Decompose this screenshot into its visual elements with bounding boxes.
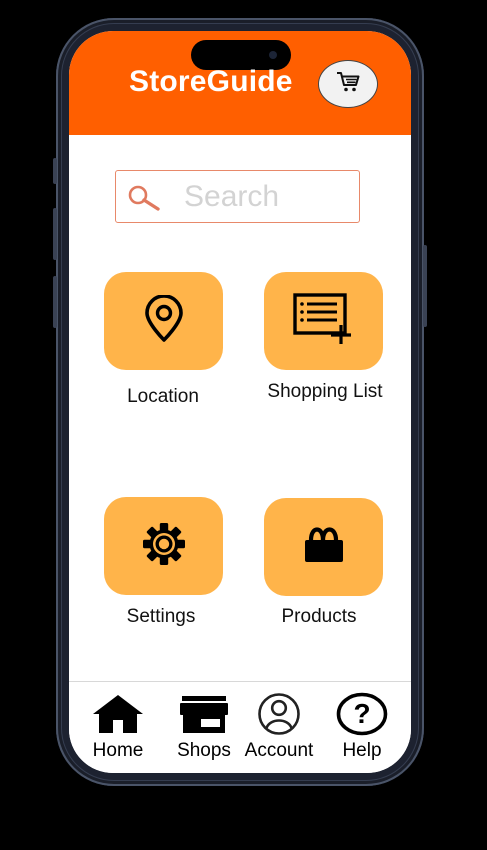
account-icon [239, 692, 319, 736]
cart-icon [336, 71, 360, 98]
power-button [423, 245, 427, 327]
nav-help[interactable]: ? Help [322, 682, 402, 773]
nav-shops[interactable]: Shops [164, 682, 244, 773]
search-bar[interactable] [115, 170, 360, 223]
bottom-navigation: Home Shops Account ? Help [69, 681, 411, 773]
volume-up-button [53, 208, 57, 260]
basket-icon [303, 525, 345, 570]
tile-label-location: Location [127, 386, 199, 407]
products-tile[interactable] [264, 498, 383, 596]
volume-down-button [53, 276, 57, 328]
nav-home[interactable]: Home [78, 682, 158, 773]
tile-label-settings: Settings [126, 606, 196, 627]
nav-home-label: Home [92, 740, 144, 761]
app-screen: StoreGuide Search Location Shopping List… [69, 31, 411, 773]
tile-label-products: Products [281, 606, 357, 627]
search-icon [125, 184, 161, 217]
app-header: StoreGuide [69, 31, 411, 135]
nav-account[interactable]: Account [239, 682, 319, 773]
settings-tile[interactable] [104, 497, 223, 595]
storefront-icon [164, 692, 244, 736]
location-tile[interactable] [104, 272, 223, 370]
help-icon: ? [322, 692, 402, 736]
search-input[interactable] [184, 181, 352, 213]
gear-icon [141, 521, 187, 572]
map-pin-icon [142, 293, 186, 348]
cart-button[interactable] [318, 60, 378, 108]
shopping-list-tile[interactable] [264, 272, 383, 370]
app-title: StoreGuide [129, 65, 293, 98]
svg-text:?: ? [353, 698, 370, 729]
nav-shops-label: Shops [177, 740, 231, 761]
home-icon [78, 692, 158, 736]
nav-help-label: Help [342, 740, 382, 761]
silent-switch [53, 158, 57, 184]
list-add-icon [292, 292, 355, 350]
tile-label-shopping-list: Shopping List [267, 381, 383, 402]
nav-account-label: Account [244, 740, 314, 761]
